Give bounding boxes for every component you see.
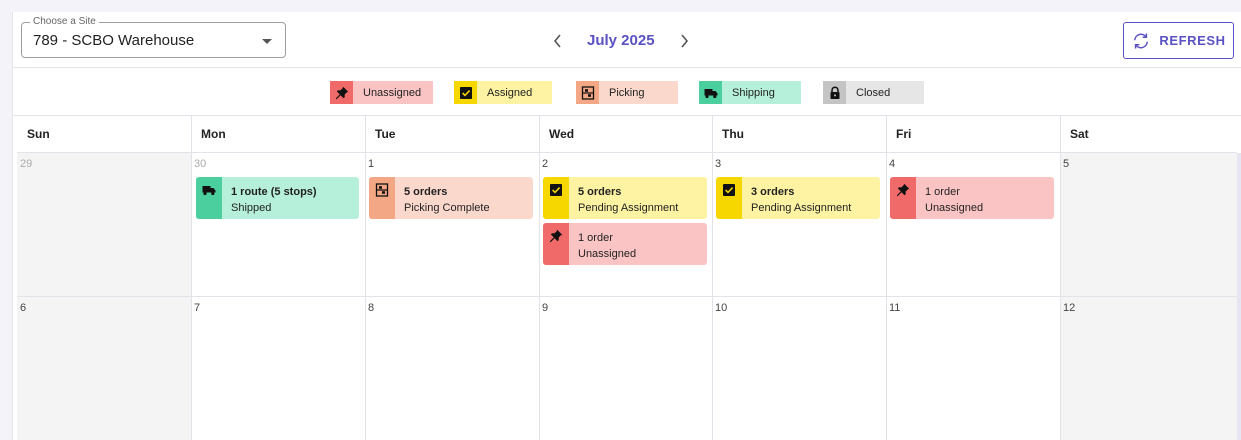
event-subtitle: Pending Assignment (751, 202, 852, 214)
app-panel: Choose a Site 789 - SCBO Warehouse July … (12, 12, 1241, 440)
day-number: 4 (889, 158, 896, 170)
event-text: 1 order Unassigned (569, 223, 636, 265)
day-cell[interactable]: 30 (191, 153, 365, 296)
day-cell[interactable]: 6 (17, 297, 191, 440)
truck-icon (699, 81, 722, 104)
legend-label: Closed (856, 86, 891, 99)
weekday-label: Thu (722, 127, 744, 141)
vertical-scrollbar[interactable] (1237, 153, 1241, 440)
event-text: 1 order Unassigned (916, 177, 983, 219)
refresh-button[interactable]: REFRESH (1123, 22, 1234, 59)
legend-label: Shipping (732, 86, 775, 99)
day-cell[interactable]: 9 (539, 297, 712, 440)
next-month-button[interactable] (677, 30, 693, 52)
day-cell[interactable]: 4 (886, 153, 1060, 296)
legend-closed: Closed (823, 81, 924, 104)
event-text: 5 orders Pending Assignment (569, 177, 678, 219)
day-cell[interactable]: 12 (1060, 297, 1237, 440)
weekday-label: Wed (549, 127, 575, 141)
day-cell[interactable]: 3 (712, 153, 886, 296)
event-unassigned[interactable]: 1 order Unassigned (543, 223, 707, 265)
day-cell[interactable]: 5 (1060, 153, 1237, 296)
current-month: July 2025 (587, 32, 655, 49)
chevron-left-icon (553, 34, 561, 48)
day-number: 5 (1063, 158, 1070, 170)
weekday-label: Sun (27, 127, 50, 141)
weekday-header-row: Sun Mon Tue Wed Thu Fri Sat (17, 116, 1237, 153)
event-title: 1 order (578, 232, 613, 244)
event-subtitle: Unassigned (578, 248, 637, 260)
day-number: 2 (542, 158, 549, 170)
picking-icon (576, 81, 599, 104)
event-title: 1 route (5 stops) (231, 186, 317, 198)
event-text: 1 route (5 stops) Shipped (222, 177, 317, 219)
legend-label: Unassigned (363, 86, 422, 99)
event-text: 5 orders Picking Complete (395, 177, 490, 219)
day-cell[interactable]: 1 (365, 153, 539, 296)
day-number: 30 (194, 158, 207, 170)
calendar-header: Choose a Site 789 - SCBO Warehouse July … (13, 12, 1241, 68)
day-number: 9 (542, 302, 549, 314)
status-legend: Unassigned Assigned Picking Shipping Clo… (13, 69, 1241, 116)
event-unassigned[interactable]: 1 order Unassigned (890, 177, 1054, 219)
event-subtitle: Pending Assignment (578, 202, 679, 214)
day-number: 11 (889, 302, 901, 314)
check-box-icon (454, 81, 477, 104)
day-cell[interactable]: 10 (712, 297, 886, 440)
weekday-label: Sat (1070, 127, 1089, 141)
legend-label: Picking (609, 86, 645, 99)
day-cell[interactable]: 8 (365, 297, 539, 440)
legend-unassigned: Unassigned (330, 81, 433, 104)
site-select[interactable]: Choose a Site 789 - SCBO Warehouse (21, 16, 286, 58)
pin-icon (330, 81, 353, 104)
month-navigation: July 2025 (549, 30, 693, 52)
pin-icon (543, 223, 569, 265)
day-number: 8 (368, 302, 375, 314)
day-number: 1 (368, 158, 375, 170)
day-number: 7 (194, 302, 201, 314)
event-shipping[interactable]: 1 route (5 stops) Shipped (196, 177, 359, 219)
legend-picking: Picking (576, 81, 678, 104)
weekday-label: Mon (201, 127, 226, 141)
check-box-icon (716, 177, 742, 219)
day-cell[interactable]: 29 (17, 153, 191, 296)
site-select-value: 789 - SCBO Warehouse (33, 32, 195, 49)
refresh-icon (1134, 33, 1149, 48)
event-title: 3 orders (751, 186, 795, 198)
weekday-label: Fri (896, 127, 912, 141)
day-number: 3 (715, 158, 722, 170)
event-subtitle: Shipped (231, 202, 272, 214)
event-title: 5 orders (404, 186, 448, 198)
weekday-label: Tue (375, 127, 396, 141)
legend-assigned: Assigned (454, 81, 552, 104)
legend-label: Assigned (487, 86, 533, 99)
picking-icon (369, 177, 395, 219)
day-number: 6 (20, 302, 27, 314)
check-box-icon (543, 177, 569, 219)
legend-shipping: Shipping (699, 81, 801, 104)
event-assigned[interactable]: 5 orders Pending Assignment (543, 177, 707, 219)
event-text: 3 orders Pending Assignment (742, 177, 851, 219)
day-cell[interactable]: 7 (191, 297, 365, 440)
day-number: 12 (1063, 302, 1076, 314)
refresh-label: REFRESH (1159, 33, 1226, 48)
calendar-grid: Sun Mon Tue Wed Thu Fri Sat 29 30 1 2 3 … (17, 116, 1241, 440)
event-subtitle: Picking Complete (404, 202, 490, 214)
event-assigned[interactable]: 3 orders Pending Assignment (716, 177, 880, 219)
event-subtitle: Unassigned (925, 202, 984, 214)
event-title: 5 orders (578, 186, 622, 198)
day-number: 10 (715, 302, 728, 314)
chevron-right-icon (681, 34, 689, 48)
site-select-label: Choose a Site (30, 16, 99, 28)
event-title: 1 order (925, 186, 960, 198)
previous-month-button[interactable] (549, 30, 565, 52)
pin-icon (890, 177, 916, 219)
day-number: 29 (20, 158, 33, 170)
event-picking[interactable]: 5 orders Picking Complete (369, 177, 533, 219)
caret-down-icon[interactable] (262, 39, 272, 44)
truck-icon (196, 177, 222, 219)
day-cell[interactable]: 11 (886, 297, 1060, 440)
lock-icon (823, 81, 846, 104)
